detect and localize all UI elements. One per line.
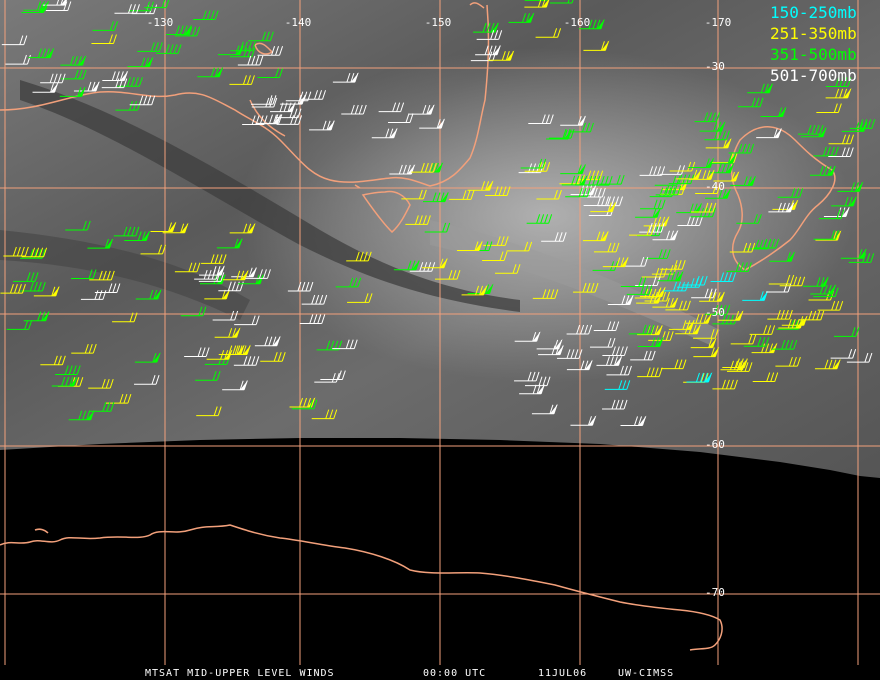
legend-entry: 251-350mb bbox=[770, 24, 857, 43]
satellite-wind-map: -130 -140 -150 -160 -170 -30 -40 -50 -60 -70 150… bbox=[0, 0, 880, 680]
longitude-label: -170 bbox=[705, 16, 732, 29]
longitude-label: -150 bbox=[425, 16, 452, 29]
legend-entry: 351-500mb bbox=[770, 45, 857, 64]
footer-date: 11JUL06 bbox=[538, 668, 587, 679]
legend-entry: 150-250mb bbox=[770, 3, 857, 22]
latitude-label: -70 bbox=[705, 586, 725, 599]
map-canvas: -130 -140 -150 -160 -170 -30 -40 -50 -60 -70 150… bbox=[0, 0, 880, 679]
longitude-label: -130 bbox=[147, 16, 174, 29]
longitude-label: -160 bbox=[564, 16, 591, 29]
legend-entry: 501-700mb bbox=[770, 66, 857, 85]
footer-time: 00:00 UTC bbox=[423, 668, 486, 679]
longitude-label: -140 bbox=[285, 16, 312, 29]
latitude-label: -60 bbox=[705, 438, 725, 451]
latitude-label: -30 bbox=[705, 60, 725, 73]
footer-product: MTSAT MID-UPPER LEVEL WINDS bbox=[145, 668, 335, 679]
footer: MTSAT MID-UPPER LEVEL WINDS 00:00 UTC 11… bbox=[145, 668, 674, 679]
latitude-label: -40 bbox=[705, 180, 725, 193]
footer-credit: UW-CIMSS bbox=[618, 668, 674, 679]
latitude-label: -50 bbox=[705, 306, 725, 319]
